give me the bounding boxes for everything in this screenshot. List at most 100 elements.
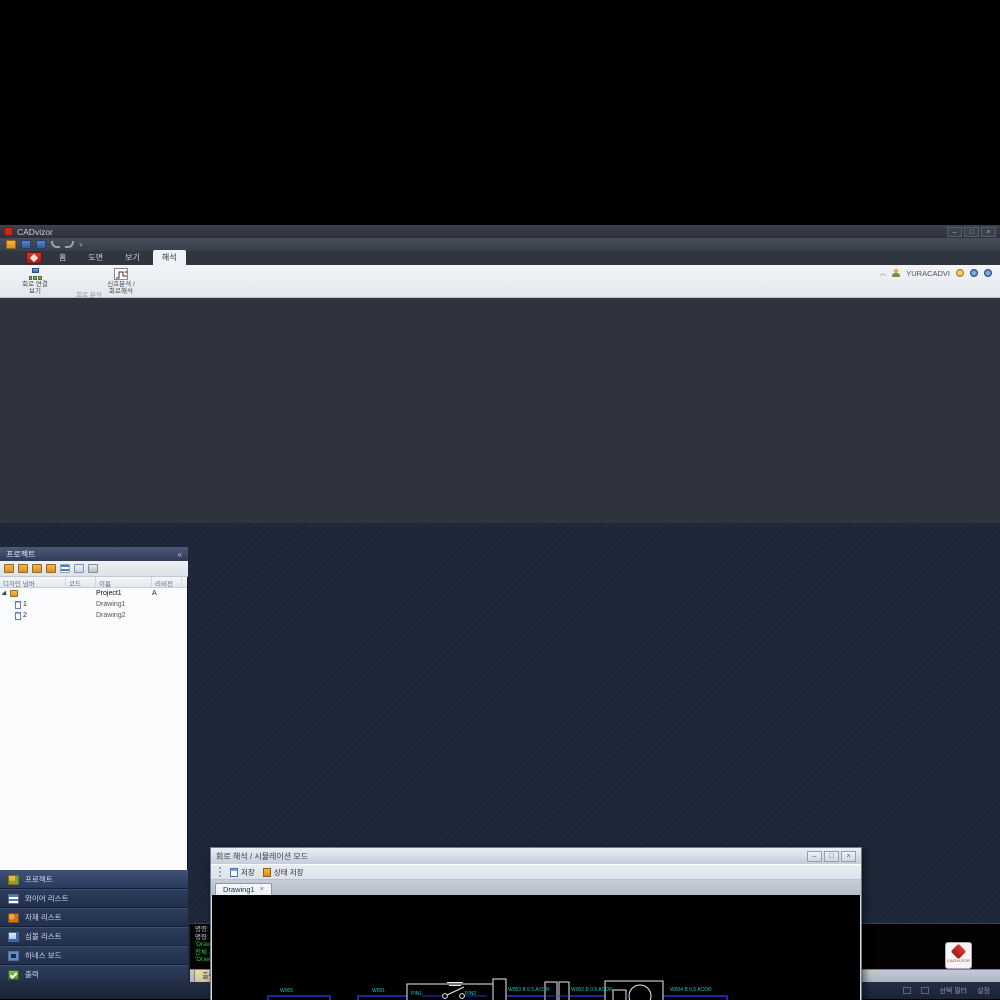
ribbon-tab-3[interactable]: 해석 xyxy=(153,250,186,265)
project-tree: 디자인 넘버 코드 이름 리비전 Project1A 1 Drawing1 2 Draw… xyxy=(0,577,188,870)
help-icon[interactable] xyxy=(970,269,978,277)
drawing-window-controls: – □ × xyxy=(807,851,856,862)
license-key-icon[interactable] xyxy=(956,269,964,277)
drawing-toolbar: 저장 상태 저장 xyxy=(211,864,861,880)
col-revision[interactable]: 리비전 xyxy=(152,577,182,587)
sidebar-item-2[interactable]: 자재 리스트 xyxy=(0,908,188,927)
sidebar-item-4[interactable]: 하네스 보드 xyxy=(0,946,188,965)
project-panel-title: 프로젝트 xyxy=(6,549,35,560)
redo-icon[interactable] xyxy=(65,241,74,248)
app-window-controls: – □ × xyxy=(947,227,996,237)
open-project-icon[interactable] xyxy=(18,564,28,573)
ribbon-tab-2[interactable]: 보기 xyxy=(116,250,149,265)
import-icon[interactable] xyxy=(46,564,56,573)
ribbon-collapse-icon[interactable]: ︿ xyxy=(879,268,886,278)
undo-icon[interactable] xyxy=(51,241,60,248)
col-design-number[interactable]: 디자인 넘버 xyxy=(0,577,66,587)
sidebar-icon-2 xyxy=(8,913,19,923)
circuit-label-2: PIN1 xyxy=(411,992,422,997)
sidebar-label-5: 출력 xyxy=(25,969,39,980)
status-settings[interactable]: 설정 xyxy=(977,986,990,996)
drawing-window-title: 회로 해석 / 시뮬레이션 모드 xyxy=(216,851,308,862)
tree-row-1[interactable]: 1 Drawing1 xyxy=(0,599,187,610)
close-button[interactable]: × xyxy=(981,227,996,237)
state-save-label: 상태 저장 xyxy=(274,867,304,878)
drawing-close-button[interactable]: × xyxy=(841,851,856,862)
sidebar-label-1: 와이어 리스트 xyxy=(25,893,68,904)
list-view-icon[interactable] xyxy=(60,564,70,573)
quickbar-dropdown-icon[interactable]: ▾ xyxy=(79,241,83,249)
cadvizor-footer-logo: CADVIZOR xyxy=(945,942,972,969)
motor-symbol[interactable] xyxy=(605,981,663,1000)
schematic-canvas[interactable]: Battery xyxy=(212,895,860,1000)
col-code[interactable]: 코드 xyxy=(66,577,96,587)
circuit-label-5: W002 B 0.5 ACOR xyxy=(571,988,613,993)
sidebar-item-0[interactable]: 프로젝트 xyxy=(0,870,188,889)
col-name[interactable]: 이름 xyxy=(96,577,152,587)
new-document-icon[interactable] xyxy=(74,564,84,573)
project-tree-rows: Project1A 1 Drawing1 2 Drawing2 xyxy=(0,588,187,621)
drawing-minimize-button[interactable]: – xyxy=(807,851,822,862)
drawing-tab-close-icon[interactable]: × xyxy=(260,886,264,893)
state-save-button[interactable]: 상태 저장 xyxy=(263,867,304,878)
document-icon xyxy=(230,868,238,877)
schematic-svg: Battery xyxy=(212,895,860,1000)
drawing-tab[interactable]: Drawing1 × xyxy=(215,883,272,895)
app-titlebar: CADvizor – □ × xyxy=(0,225,1000,238)
tree-cell-name: Drawing2 xyxy=(96,612,152,619)
minimize-button[interactable]: – xyxy=(947,227,962,237)
ribbon-right-cluster: ︿ YURACADVI xyxy=(879,268,992,278)
tree-row-2[interactable]: 2 Drawing2 xyxy=(0,610,187,621)
drawing-window: 회로 해석 / 시뮬레이션 모드 – □ × 저장 상태 저 xyxy=(210,847,862,1000)
tree-num-text: 1 xyxy=(23,601,27,608)
new-project-icon[interactable] xyxy=(4,564,14,573)
tree-cell-num xyxy=(0,590,66,597)
save-all-icon[interactable] xyxy=(36,240,46,249)
sidebar-label-4: 하네스 보드 xyxy=(25,950,62,961)
status-grid-icon[interactable] xyxy=(903,987,911,994)
shield-icon xyxy=(951,944,967,960)
sidebar-item-1[interactable]: 와이어 리스트 xyxy=(0,889,188,908)
ribbon-body: 회로 연결 보기 신호분석 / 회로해석 회로 분석 ︿ YURACADVI xyxy=(0,265,1000,298)
sidebar-icon-5 xyxy=(8,970,19,980)
status-select-filter[interactable]: 선택 필터 xyxy=(939,986,967,996)
cadvizor-logo-icon[interactable] xyxy=(26,252,42,264)
ribbon-tabs: 홈 도면 보기 해석 xyxy=(50,250,190,265)
panel-collapse-icon[interactable]: « xyxy=(178,550,182,559)
app-title: CADvizor xyxy=(17,227,53,237)
ribbon-tab-row: 홈 도면 보기 해석 xyxy=(0,251,1000,265)
tree-cell-num: 1 xyxy=(0,601,66,609)
app-window: CADvizor – □ × ▾ 홈 도면 보기 해석 xyxy=(0,225,1000,776)
save-drawing-button[interactable]: 저장 xyxy=(230,867,255,878)
circuit-label-0: W005 xyxy=(280,989,293,994)
circuit-label-3: PIN2 xyxy=(465,992,476,997)
tree-num-text: 2 xyxy=(23,612,27,619)
maximize-button[interactable]: □ xyxy=(964,227,979,237)
sidebar-item-3[interactable]: 심볼 리스트 xyxy=(0,927,188,946)
sidebar-label-0: 프로젝트 xyxy=(25,874,53,885)
sidebar-icon-0 xyxy=(8,875,19,885)
save-icon[interactable] xyxy=(21,240,31,249)
tree-cell-rev: A xyxy=(152,590,182,597)
tree-cell-num: 2 xyxy=(0,612,66,620)
drawing-maximize-button[interactable]: □ xyxy=(824,851,839,862)
ribbon-tab-1[interactable]: 도면 xyxy=(79,250,112,265)
circuit-view-label1: 회로 연결 xyxy=(12,281,58,288)
status-layers-icon[interactable] xyxy=(921,987,929,994)
open-icon[interactable] xyxy=(6,240,16,249)
toolbar-grip xyxy=(219,867,222,877)
user-icon xyxy=(892,269,900,277)
circuit-label-1: W001 xyxy=(372,989,385,994)
tree-row-0[interactable]: Project1A xyxy=(0,588,187,599)
print-icon[interactable] xyxy=(88,564,98,573)
drawing-window-titlebar[interactable]: 회로 해석 / 시뮬레이션 모드 – □ × xyxy=(211,848,861,864)
signal-analysis-label1: 신호분석 / xyxy=(92,281,150,288)
expander-icon[interactable] xyxy=(1,590,8,597)
web-icon[interactable] xyxy=(984,269,992,277)
tree-cell-name: Drawing1 xyxy=(96,601,152,608)
ribbon-tab-0[interactable]: 홈 xyxy=(50,250,75,265)
ribbon-group-label: 회로 분석 xyxy=(14,289,164,299)
add-drawing-icon[interactable] xyxy=(32,564,42,573)
user-name[interactable]: YURACADVI xyxy=(906,269,950,278)
fuse-symbol[interactable] xyxy=(493,979,506,1000)
